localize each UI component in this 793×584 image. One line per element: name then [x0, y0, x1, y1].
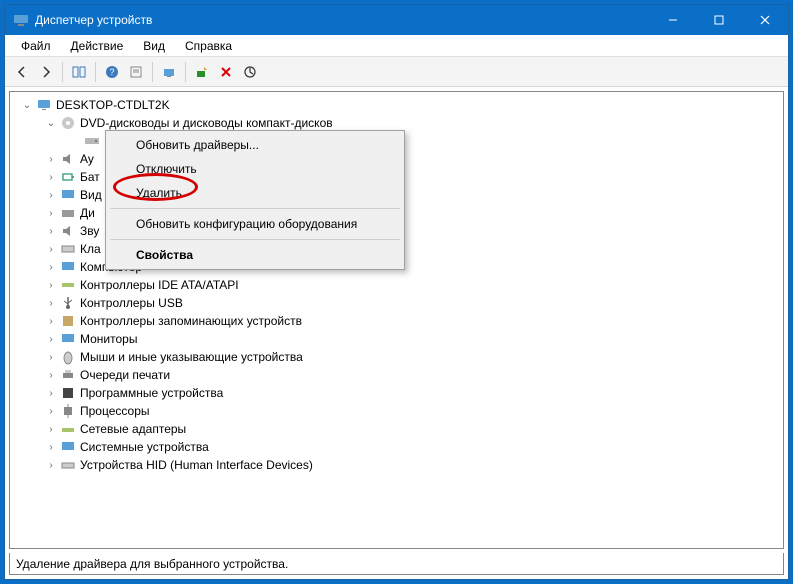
- expand-icon[interactable]: ›: [44, 458, 58, 472]
- expand-icon[interactable]: ›: [44, 422, 58, 436]
- expand-icon[interactable]: ›: [44, 332, 58, 346]
- system-icon: [60, 439, 76, 455]
- back-button[interactable]: [11, 61, 33, 83]
- svg-text:?: ?: [109, 67, 114, 77]
- printer-icon: [60, 367, 76, 383]
- expand-icon[interactable]: ›: [44, 296, 58, 310]
- menu-rescan[interactable]: Обновить конфигурацию оборудования: [108, 212, 402, 236]
- expand-icon[interactable]: ›: [44, 206, 58, 220]
- menu-update-drivers[interactable]: Обновить драйверы...: [108, 133, 402, 157]
- status-text: Удаление драйвера для выбранного устройс…: [16, 557, 288, 571]
- device-manager-window: Диспетчер устройств Файл Действие Вид Сп…: [4, 4, 789, 580]
- usb-icon: [60, 295, 76, 311]
- disc-icon: [60, 115, 76, 131]
- hid-icon: [60, 457, 76, 473]
- expand-icon[interactable]: ›: [44, 440, 58, 454]
- content-area: ⌄ DESKTOP-CTDLT2K ⌄ DVD-дисководы и диск…: [5, 87, 788, 579]
- expand-icon[interactable]: ›: [44, 368, 58, 382]
- help-button[interactable]: ?: [101, 61, 123, 83]
- menu-file[interactable]: Файл: [11, 37, 61, 55]
- mouse-icon: [60, 349, 76, 365]
- tree-item[interactable]: ›Контроллеры запоминающих устройств: [10, 312, 783, 330]
- app-icon: [13, 12, 29, 28]
- window-title: Диспетчер устройств: [35, 13, 650, 27]
- tree-item[interactable]: ›Системные устройства: [10, 438, 783, 456]
- expand-icon[interactable]: ›: [44, 188, 58, 202]
- titlebar: Диспетчер устройств: [5, 5, 788, 35]
- menu-separator: [110, 208, 400, 209]
- ide-icon: [60, 277, 76, 293]
- monitor-icon: [60, 331, 76, 347]
- toolbar: ?: [5, 57, 788, 87]
- minimize-button[interactable]: [650, 5, 696, 35]
- drive-icon: [84, 133, 100, 149]
- menubar: Файл Действие Вид Справка: [5, 35, 788, 57]
- tree-item[interactable]: ›Процессоры: [10, 402, 783, 420]
- menu-disable[interactable]: Отключить: [108, 157, 402, 181]
- menu-view[interactable]: Вид: [133, 37, 175, 55]
- battery-icon: [60, 169, 76, 185]
- tree-item[interactable]: ›Контроллеры USB: [10, 294, 783, 312]
- tree-item[interactable]: ›Очереди печати: [10, 366, 783, 384]
- uninstall-button[interactable]: [215, 61, 237, 83]
- device-tree[interactable]: ⌄ DESKTOP-CTDLT2K ⌄ DVD-дисководы и диск…: [9, 91, 784, 549]
- expand-icon[interactable]: ›: [44, 152, 58, 166]
- expand-icon[interactable]: ⌄: [44, 116, 58, 130]
- expand-icon[interactable]: ⌄: [20, 98, 34, 112]
- expand-icon[interactable]: ›: [44, 314, 58, 328]
- properties-button[interactable]: [125, 61, 147, 83]
- cpu-icon: [60, 403, 76, 419]
- menu-delete[interactable]: Удалить: [108, 181, 402, 205]
- expand-icon[interactable]: ›: [44, 404, 58, 418]
- menu-action[interactable]: Действие: [61, 37, 134, 55]
- expand-icon[interactable]: ›: [44, 224, 58, 238]
- menu-properties[interactable]: Свойства: [108, 243, 402, 267]
- keyboard-icon: [60, 241, 76, 257]
- forward-button[interactable]: [35, 61, 57, 83]
- update-driver-button[interactable]: [191, 61, 213, 83]
- menu-separator: [110, 239, 400, 240]
- computer-icon: [60, 259, 76, 275]
- tree-item[interactable]: ›Устройства HID (Human Interface Devices…: [10, 456, 783, 474]
- disable-button[interactable]: [239, 61, 261, 83]
- tree-item[interactable]: ›Мыши и иные указывающие устройства: [10, 348, 783, 366]
- display-icon: [60, 187, 76, 203]
- expand-icon[interactable]: ›: [44, 278, 58, 292]
- tree-item[interactable]: ›Сетевые адаптеры: [10, 420, 783, 438]
- menu-help[interactable]: Справка: [175, 37, 242, 55]
- tree-item[interactable]: ›Программные устройства: [10, 384, 783, 402]
- tree-root[interactable]: ⌄ DESKTOP-CTDLT2K: [10, 96, 783, 114]
- expand-icon[interactable]: ›: [44, 170, 58, 184]
- audio-icon: [60, 151, 76, 167]
- tree-item[interactable]: ›Мониторы: [10, 330, 783, 348]
- maximize-button[interactable]: [696, 5, 742, 35]
- window-controls: [650, 5, 788, 35]
- scan-hardware-button[interactable]: [158, 61, 180, 83]
- network-icon: [60, 421, 76, 437]
- storage-icon: [60, 313, 76, 329]
- software-icon: [60, 385, 76, 401]
- statusbar: Удаление драйвера для выбранного устройс…: [9, 553, 784, 575]
- expand-icon[interactable]: ›: [44, 350, 58, 364]
- expand-icon[interactable]: ›: [44, 242, 58, 256]
- tree-item[interactable]: ›Контроллеры IDE ATA/ATAPI: [10, 276, 783, 294]
- close-button[interactable]: [742, 5, 788, 35]
- disk-icon: [60, 205, 76, 221]
- sound-icon: [60, 223, 76, 239]
- show-hide-tree-button[interactable]: [68, 61, 90, 83]
- expand-icon[interactable]: ›: [44, 386, 58, 400]
- expand-icon[interactable]: ›: [44, 260, 58, 274]
- context-menu: Обновить драйверы... Отключить Удалить О…: [105, 130, 405, 270]
- computer-icon: [36, 97, 52, 113]
